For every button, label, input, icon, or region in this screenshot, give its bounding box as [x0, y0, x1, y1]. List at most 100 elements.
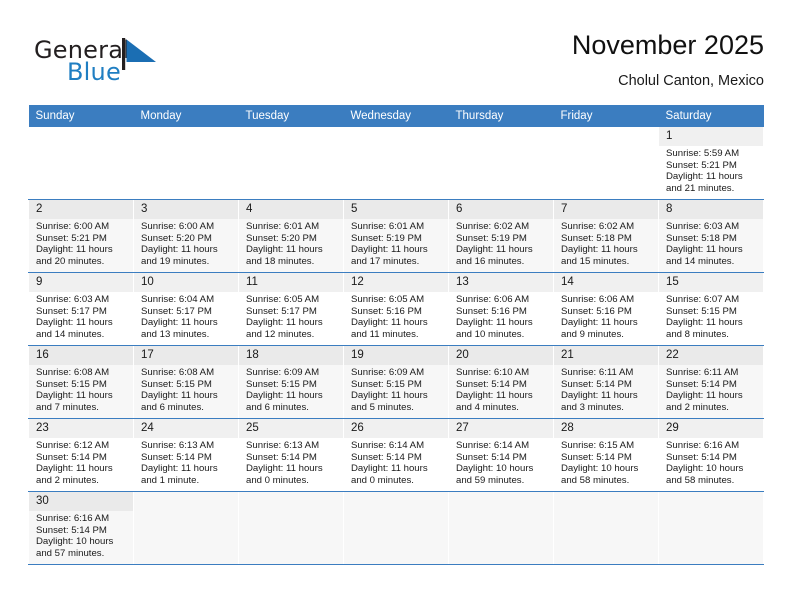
- general-blue-logo[interactable]: General Blue: [34, 36, 224, 92]
- day-sun-details: Sunrise: 6:02 AM Sunset: 5:18 PM Daylight:…: [554, 219, 658, 267]
- day-daylight1-text: Daylight: 11 hours: [666, 317, 743, 329]
- day-daylight2-text: and 1 minute.: [141, 474, 200, 486]
- day-sunset-text: Sunset: 5:14 PM: [666, 378, 737, 390]
- day-daylight2-text: and 16 minutes.: [456, 255, 525, 267]
- day-sunrise-text: Sunrise: 6:06 AM: [561, 294, 635, 305]
- calendar-day-cell[interactable]: 2 Sunrise: 6:00 AM Sunset: 5:21 PM Daylight…: [28, 199, 134, 273]
- weekday-header-sunday: Sunday: [28, 105, 134, 127]
- calendar-day-cell[interactable]: 30 Sunrise: 6:16 AM Sunset: 5:14 PM Dayligh…: [28, 491, 134, 565]
- day-daylight1-text: Daylight: 11 hours: [36, 390, 113, 402]
- day-sun-details: Sunrise: 6:16 AM Sunset: 5:14 PM Daylight:…: [659, 438, 763, 486]
- calendar-day-cell[interactable]: 15 Sunrise: 6:07 AM Sunset: 5:15 PM Dayligh…: [658, 272, 764, 346]
- day-number: 18: [239, 346, 343, 365]
- calendar-day-cell[interactable]: 7 Sunrise: 6:02 AM Sunset: 5:18 PM Daylight…: [553, 199, 659, 273]
- calendar-day-cell[interactable]: 26 Sunrise: 6:14 AM Sunset: 5:14 PM Dayligh…: [343, 418, 449, 492]
- day-sunset-text: Sunset: 5:20 PM: [141, 232, 212, 244]
- day-cell-inner: 4 Sunrise: 6:01 AM Sunset: 5:20 PM Daylight…: [239, 200, 343, 272]
- day-sun-details: Sunrise: 6:04 AM Sunset: 5:17 PM Daylight:…: [134, 292, 238, 340]
- day-sunrise-text: Sunrise: 6:00 AM: [141, 221, 215, 232]
- calendar-day-cell[interactable]: 11 Sunrise: 6:05 AM Sunset: 5:17 PM Dayligh…: [238, 272, 344, 346]
- calendar-day-cell[interactable]: 22 Sunrise: 6:11 AM Sunset: 5:14 PM Dayligh…: [658, 345, 764, 419]
- calendar-day-cell[interactable]: 18 Sunrise: 6:09 AM Sunset: 5:15 PM Dayligh…: [238, 345, 344, 419]
- day-sunrise-text: Sunrise: 6:06 AM: [456, 294, 530, 305]
- calendar-day-cell[interactable]: 25 Sunrise: 6:13 AM Sunset: 5:14 PM Dayligh…: [238, 418, 344, 492]
- day-sunrise-text: Sunrise: 6:08 AM: [36, 367, 110, 378]
- calendar-day-cell[interactable]: 29 Sunrise: 6:16 AM Sunset: 5:14 PM Dayligh…: [658, 418, 764, 492]
- calendar-day-cell[interactable]: 5 Sunrise: 6:01 AM Sunset: 5:19 PM Daylight…: [343, 199, 449, 273]
- day-sun-details: Sunrise: 6:07 AM Sunset: 5:15 PM Daylight:…: [659, 292, 763, 340]
- day-daylight1-text: Daylight: 11 hours: [456, 390, 533, 402]
- page-subtitle: Cholul Canton, Mexico: [618, 73, 764, 89]
- calendar-day-cell[interactable]: 8 Sunrise: 6:03 AM Sunset: 5:18 PM Daylight…: [658, 199, 764, 273]
- day-daylight1-text: Daylight: 11 hours: [141, 317, 218, 329]
- day-daylight1-text: Daylight: 11 hours: [561, 390, 638, 402]
- day-sun-details: Sunrise: 6:00 AM Sunset: 5:20 PM Daylight:…: [134, 219, 238, 267]
- day-number: 13: [449, 273, 553, 292]
- day-cell-inner: 24 Sunrise: 6:13 AM Sunset: 5:14 PM Dayligh…: [134, 419, 238, 491]
- day-daylight1-text: Daylight: 11 hours: [36, 317, 113, 329]
- day-sunset-text: Sunset: 5:14 PM: [456, 378, 527, 390]
- calendar-day-cell[interactable]: 21 Sunrise: 6:11 AM Sunset: 5:14 PM Dayligh…: [553, 345, 659, 419]
- day-sun-details: Sunrise: 6:14 AM Sunset: 5:14 PM Daylight:…: [344, 438, 448, 486]
- day-cell-inner: 6 Sunrise: 6:02 AM Sunset: 5:19 PM Daylight…: [449, 200, 553, 272]
- day-cell-inner: 16 Sunrise: 6:08 AM Sunset: 5:15 PM Dayligh…: [29, 346, 133, 418]
- day-daylight2-text: and 57 minutes.: [36, 547, 105, 559]
- calendar-day-cell[interactable]: 10 Sunrise: 6:04 AM Sunset: 5:17 PM Dayligh…: [133, 272, 239, 346]
- day-sun-details: Sunrise: 6:01 AM Sunset: 5:20 PM Daylight:…: [239, 219, 343, 267]
- day-number: 16: [29, 346, 133, 365]
- day-number: 19: [344, 346, 448, 365]
- day-sunset-text: Sunset: 5:20 PM: [246, 232, 317, 244]
- day-daylight2-text: and 19 minutes.: [141, 255, 210, 267]
- calendar-day-cell[interactable]: 19 Sunrise: 6:09 AM Sunset: 5:15 PM Dayligh…: [343, 345, 449, 419]
- calendar-day-cell[interactable]: 12 Sunrise: 6:05 AM Sunset: 5:16 PM Dayligh…: [343, 272, 449, 346]
- day-cell-inner: 2 Sunrise: 6:00 AM Sunset: 5:21 PM Daylight…: [29, 200, 133, 272]
- day-sun-details: Sunrise: 6:05 AM Sunset: 5:17 PM Daylight:…: [239, 292, 343, 340]
- calendar-day-cell[interactable]: 4 Sunrise: 6:01 AM Sunset: 5:20 PM Daylight…: [238, 199, 344, 273]
- calendar-day-cell[interactable]: 23 Sunrise: 6:12 AM Sunset: 5:14 PM Dayligh…: [28, 418, 134, 492]
- day-sunrise-text: Sunrise: 6:05 AM: [351, 294, 425, 305]
- day-daylight1-text: Daylight: 11 hours: [351, 390, 428, 402]
- day-daylight1-text: Daylight: 11 hours: [666, 390, 743, 402]
- calendar-day-cell[interactable]: 28 Sunrise: 6:15 AM Sunset: 5:14 PM Dayligh…: [553, 418, 659, 492]
- calendar-day-cell[interactable]: 3 Sunrise: 6:00 AM Sunset: 5:20 PM Daylight…: [133, 199, 239, 273]
- page-title: November 2025: [571, 30, 764, 60]
- day-cell-inner: 11 Sunrise: 6:05 AM Sunset: 5:17 PM Dayligh…: [239, 273, 343, 345]
- calendar-day-cell[interactable]: 14 Sunrise: 6:06 AM Sunset: 5:16 PM Dayligh…: [553, 272, 659, 346]
- day-sunrise-text: Sunrise: 6:13 AM: [246, 440, 320, 451]
- day-sunset-text: Sunset: 5:16 PM: [561, 305, 632, 317]
- day-sunrise-text: Sunrise: 6:01 AM: [351, 221, 425, 232]
- day-daylight2-text: and 8 minutes.: [666, 328, 729, 340]
- day-sunset-text: Sunset: 5:14 PM: [561, 451, 632, 463]
- day-sunset-text: Sunset: 5:21 PM: [36, 232, 107, 244]
- calendar-day-cell[interactable]: 27 Sunrise: 6:14 AM Sunset: 5:14 PM Dayligh…: [448, 418, 554, 492]
- day-sun-details: Sunrise: 6:08 AM Sunset: 5:15 PM Daylight:…: [29, 365, 133, 413]
- day-cell-inner: 10 Sunrise: 6:04 AM Sunset: 5:17 PM Dayligh…: [134, 273, 238, 345]
- day-sun-details: Sunrise: 6:03 AM Sunset: 5:17 PM Daylight:…: [29, 292, 133, 340]
- day-number: 22: [659, 346, 763, 365]
- calendar-cell-empty: [28, 127, 134, 200]
- calendar-body: 1 Sunrise: 5:59 AM Sunset: 5:21 PM Daylight…: [28, 127, 764, 565]
- calendar-day-cell[interactable]: 24 Sunrise: 6:13 AM Sunset: 5:14 PM Dayligh…: [133, 418, 239, 492]
- day-sunset-text: Sunset: 5:15 PM: [351, 378, 422, 390]
- calendar-day-cell[interactable]: 20 Sunrise: 6:10 AM Sunset: 5:14 PM Dayligh…: [448, 345, 554, 419]
- calendar-day-cell[interactable]: 13 Sunrise: 6:06 AM Sunset: 5:16 PM Dayligh…: [448, 272, 554, 346]
- day-daylight1-text: Daylight: 11 hours: [36, 244, 113, 256]
- day-daylight1-text: Daylight: 10 hours: [36, 536, 114, 548]
- calendar-day-cell[interactable]: 16 Sunrise: 6:08 AM Sunset: 5:15 PM Dayligh…: [28, 345, 134, 419]
- day-sun-details: Sunrise: 6:08 AM Sunset: 5:15 PM Daylight:…: [134, 365, 238, 413]
- day-daylight1-text: Daylight: 11 hours: [561, 244, 638, 256]
- day-daylight1-text: Daylight: 10 hours: [666, 463, 744, 475]
- day-sunrise-text: Sunrise: 6:14 AM: [456, 440, 530, 451]
- day-sunset-text: Sunset: 5:18 PM: [666, 232, 737, 244]
- day-sunrise-text: Sunrise: 6:13 AM: [141, 440, 215, 451]
- day-sunset-text: Sunset: 5:14 PM: [36, 524, 107, 536]
- day-daylight2-text: and 59 minutes.: [456, 474, 525, 486]
- calendar-day-cell[interactable]: 6 Sunrise: 6:02 AM Sunset: 5:19 PM Daylight…: [448, 199, 554, 273]
- calendar-day-cell[interactable]: 17 Sunrise: 6:08 AM Sunset: 5:15 PM Dayligh…: [133, 345, 239, 419]
- day-daylight1-text: Daylight: 11 hours: [456, 244, 533, 256]
- day-cell-inner: 13 Sunrise: 6:06 AM Sunset: 5:16 PM Dayligh…: [449, 273, 553, 345]
- calendar-day-cell[interactable]: 9 Sunrise: 6:03 AM Sunset: 5:17 PM Daylight…: [28, 272, 134, 346]
- day-cell-inner: 23 Sunrise: 6:12 AM Sunset: 5:14 PM Dayligh…: [29, 419, 133, 491]
- calendar-day-cell[interactable]: 1 Sunrise: 5:59 AM Sunset: 5:21 PM Daylight…: [658, 127, 764, 200]
- day-cell-inner: 28 Sunrise: 6:15 AM Sunset: 5:14 PM Dayligh…: [554, 419, 658, 491]
